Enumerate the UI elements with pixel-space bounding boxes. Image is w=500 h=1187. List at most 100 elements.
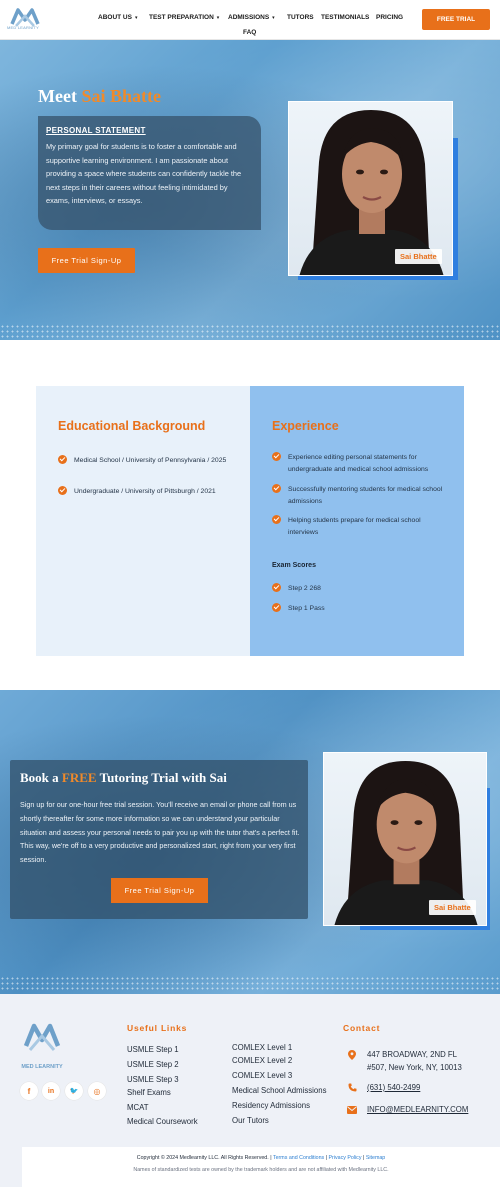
list-item: Medical School / University of Pennsylva… xyxy=(58,455,233,467)
disclaimer: Names of standardized tests are owned by… xyxy=(133,1167,389,1173)
terms-link[interactable]: Terms and Conditions xyxy=(273,1155,324,1161)
experience-panel: Experience Experience editing personal s… xyxy=(250,386,464,656)
chevron-down-icon: ▾ xyxy=(272,15,275,21)
list-item-text: Experience editing personal statements f… xyxy=(288,454,429,473)
footer-link[interactable]: Medical School Admissions xyxy=(232,1086,326,1095)
footer-link[interactable]: Residency Admissions xyxy=(232,1101,310,1110)
footer-link[interactable]: COMLEX Level 2 xyxy=(232,1056,292,1065)
check-circle-icon xyxy=(272,452,281,461)
footer-link[interactable]: USMLE Step 1 xyxy=(127,1045,179,1054)
footer-logo[interactable]: MED LEARNITY xyxy=(0,994,80,1074)
list-item-text: Step 2 268 xyxy=(288,585,321,592)
statement-heading: PERSONAL STATEMENT xyxy=(46,126,146,135)
experience-title: Experience xyxy=(272,419,339,433)
booking-title-b: Tutoring Trial with Sai xyxy=(96,770,227,785)
address-line-2: #507, New York, NY, 10013 xyxy=(367,1063,462,1072)
list-item-text: Step 1 Pass xyxy=(288,605,325,612)
photo-name-tag: Sai Bhatte xyxy=(395,249,442,264)
education-panel: Educational Background Medical School / … xyxy=(36,386,250,656)
footer-link[interactable]: USMLE Step 3 xyxy=(127,1075,179,1084)
address-line-1: 447 BROADWAY, 2ND FL xyxy=(367,1050,457,1059)
list-item: Successfully mentoring students for medi… xyxy=(272,484,452,508)
hero-section: Meet Sai Bhatte PERSONAL STATEMENT My pr… xyxy=(0,40,500,340)
booking-body: Sign up for our one-hour free trial sess… xyxy=(20,800,300,865)
footer-link[interactable]: Our Tutors xyxy=(232,1116,269,1125)
title-prefix: Meet xyxy=(38,86,82,106)
copyright-text: Copyright © 2024 Medlearnity LLC. All Ri… xyxy=(22,1155,500,1161)
chevron-down-icon: ▾ xyxy=(216,15,220,21)
footer-link[interactable]: MCAT xyxy=(127,1103,149,1112)
footer-link[interactable]: USMLE Step 2 xyxy=(127,1060,179,1069)
exam-scores-title: Exam Scores xyxy=(272,562,316,569)
phone-icon xyxy=(347,1083,357,1093)
nav-label: ABOUT US xyxy=(98,14,132,21)
check-circle-icon xyxy=(58,455,67,464)
list-item: Undergraduate / University of Pittsburgh… xyxy=(58,486,233,498)
booking-section: Book a FREE Tutoring Trial with Sai Sign… xyxy=(0,690,500,994)
statement-body: My primary goal for students is to foste… xyxy=(46,142,242,205)
check-circle-icon xyxy=(272,603,281,612)
booking-title-free: FREE xyxy=(61,770,97,785)
nav-tutors[interactable]: TUTORS xyxy=(287,14,314,21)
phone-link[interactable]: (631) 540-2499 xyxy=(367,1081,420,1094)
nav-test-preparation[interactable]: TEST PREPARATION ▾ xyxy=(149,14,219,21)
instagram-icon[interactable]: ◎ xyxy=(88,1082,106,1100)
location-pin-icon xyxy=(347,1050,357,1060)
list-item-text: Undergraduate / University of Pittsburgh… xyxy=(74,488,216,495)
list-item: Step 2 268 xyxy=(272,583,321,595)
photo-name-tag: Sai Bhatte xyxy=(429,900,476,915)
list-item: Experience editing personal statements f… xyxy=(272,452,452,476)
page-title: Meet Sai Bhatte xyxy=(38,86,161,107)
list-item-text: Medical School / University of Pennsylva… xyxy=(74,457,227,464)
free-trial-signup-button[interactable]: Free Trial Sign-Up xyxy=(38,248,135,273)
check-circle-icon xyxy=(272,583,281,592)
free-trial-signup-button[interactable]: Free Trial Sign-Up xyxy=(111,878,208,903)
logo-text: MED LEARNITY xyxy=(7,25,39,30)
page: MED LEARNITY ABOUT US ▾ TEST PREPARATION ▾… xyxy=(0,0,500,1187)
logo-icon xyxy=(23,1023,61,1051)
tutor-name: Sai Bhatte xyxy=(81,86,161,106)
list-item: Helping students prepare for medical sch… xyxy=(272,515,452,539)
dotted-divider xyxy=(0,976,500,992)
facebook-icon[interactable]: f xyxy=(20,1082,38,1100)
chevron-down-icon: ▾ xyxy=(134,15,138,21)
booking-title-a: Book a xyxy=(20,770,62,785)
footer-link[interactable]: Shelf Exams xyxy=(127,1088,171,1097)
footer-link[interactable]: COMLEX Level 3 xyxy=(232,1071,292,1080)
copyright: Copyright © 2024 Medlearnity LLC. All Ri… xyxy=(136,1155,273,1161)
footer-link[interactable]: Medical Coursework xyxy=(127,1117,198,1126)
check-circle-icon xyxy=(272,515,281,524)
nav-label: ADMISSIONS xyxy=(228,14,270,21)
nav-admissions[interactable]: ADMISSIONS ▾ xyxy=(228,14,275,21)
linkedin-icon[interactable]: in xyxy=(42,1082,60,1100)
free-trial-button[interactable]: FREE TRIAL xyxy=(422,9,490,30)
address: 447 BROADWAY, 2ND FL #507, New York, NY,… xyxy=(367,1048,462,1074)
twitter-icon[interactable]: 🐦 xyxy=(65,1082,83,1100)
booking-title: Book a FREE Tutoring Trial with Sai xyxy=(20,770,227,786)
sitemap-link[interactable]: Sitemap xyxy=(366,1155,385,1161)
personal-statement-card: PERSONAL STATEMENT My primary goal for s… xyxy=(38,116,261,230)
nav-label: TEST PREPARATION xyxy=(149,14,214,21)
nav-faq[interactable]: FAQ xyxy=(243,29,256,36)
useful-links-heading: Useful Links xyxy=(127,1023,188,1033)
list-item: Step 1 Pass xyxy=(272,603,325,615)
copyright-bar: Copyright © 2024 Medlearnity LLC. All Ri… xyxy=(22,1147,500,1187)
nav-testimonials[interactable]: TESTIMONIALS xyxy=(321,14,369,21)
logo-text: MED LEARNITY xyxy=(21,1064,63,1070)
nav-pricing[interactable]: PRICING xyxy=(376,14,403,21)
privacy-link[interactable]: Privacy Policy xyxy=(329,1155,362,1161)
contact-heading: Contact xyxy=(343,1023,381,1033)
email-link[interactable]: INFO@MEDLEARNITY.COM xyxy=(367,1103,468,1116)
site-header: MED LEARNITY ABOUT US ▾ TEST PREPARATION ▾… xyxy=(0,0,500,40)
list-item-text: Successfully mentoring students for medi… xyxy=(288,486,443,505)
logo-icon xyxy=(10,8,40,27)
background-section: Educational Background Medical School / … xyxy=(36,386,464,656)
nav-about-us[interactable]: ABOUT US ▾ xyxy=(98,14,137,21)
footer-link[interactable]: COMLEX Level 1 xyxy=(232,1043,292,1052)
logo[interactable]: MED LEARNITY xyxy=(0,0,46,40)
education-title: Educational Background xyxy=(58,419,206,433)
check-circle-icon xyxy=(272,484,281,493)
list-item-text: Helping students prepare for medical sch… xyxy=(288,517,421,536)
email-icon xyxy=(347,1106,357,1116)
dotted-divider xyxy=(0,324,500,340)
